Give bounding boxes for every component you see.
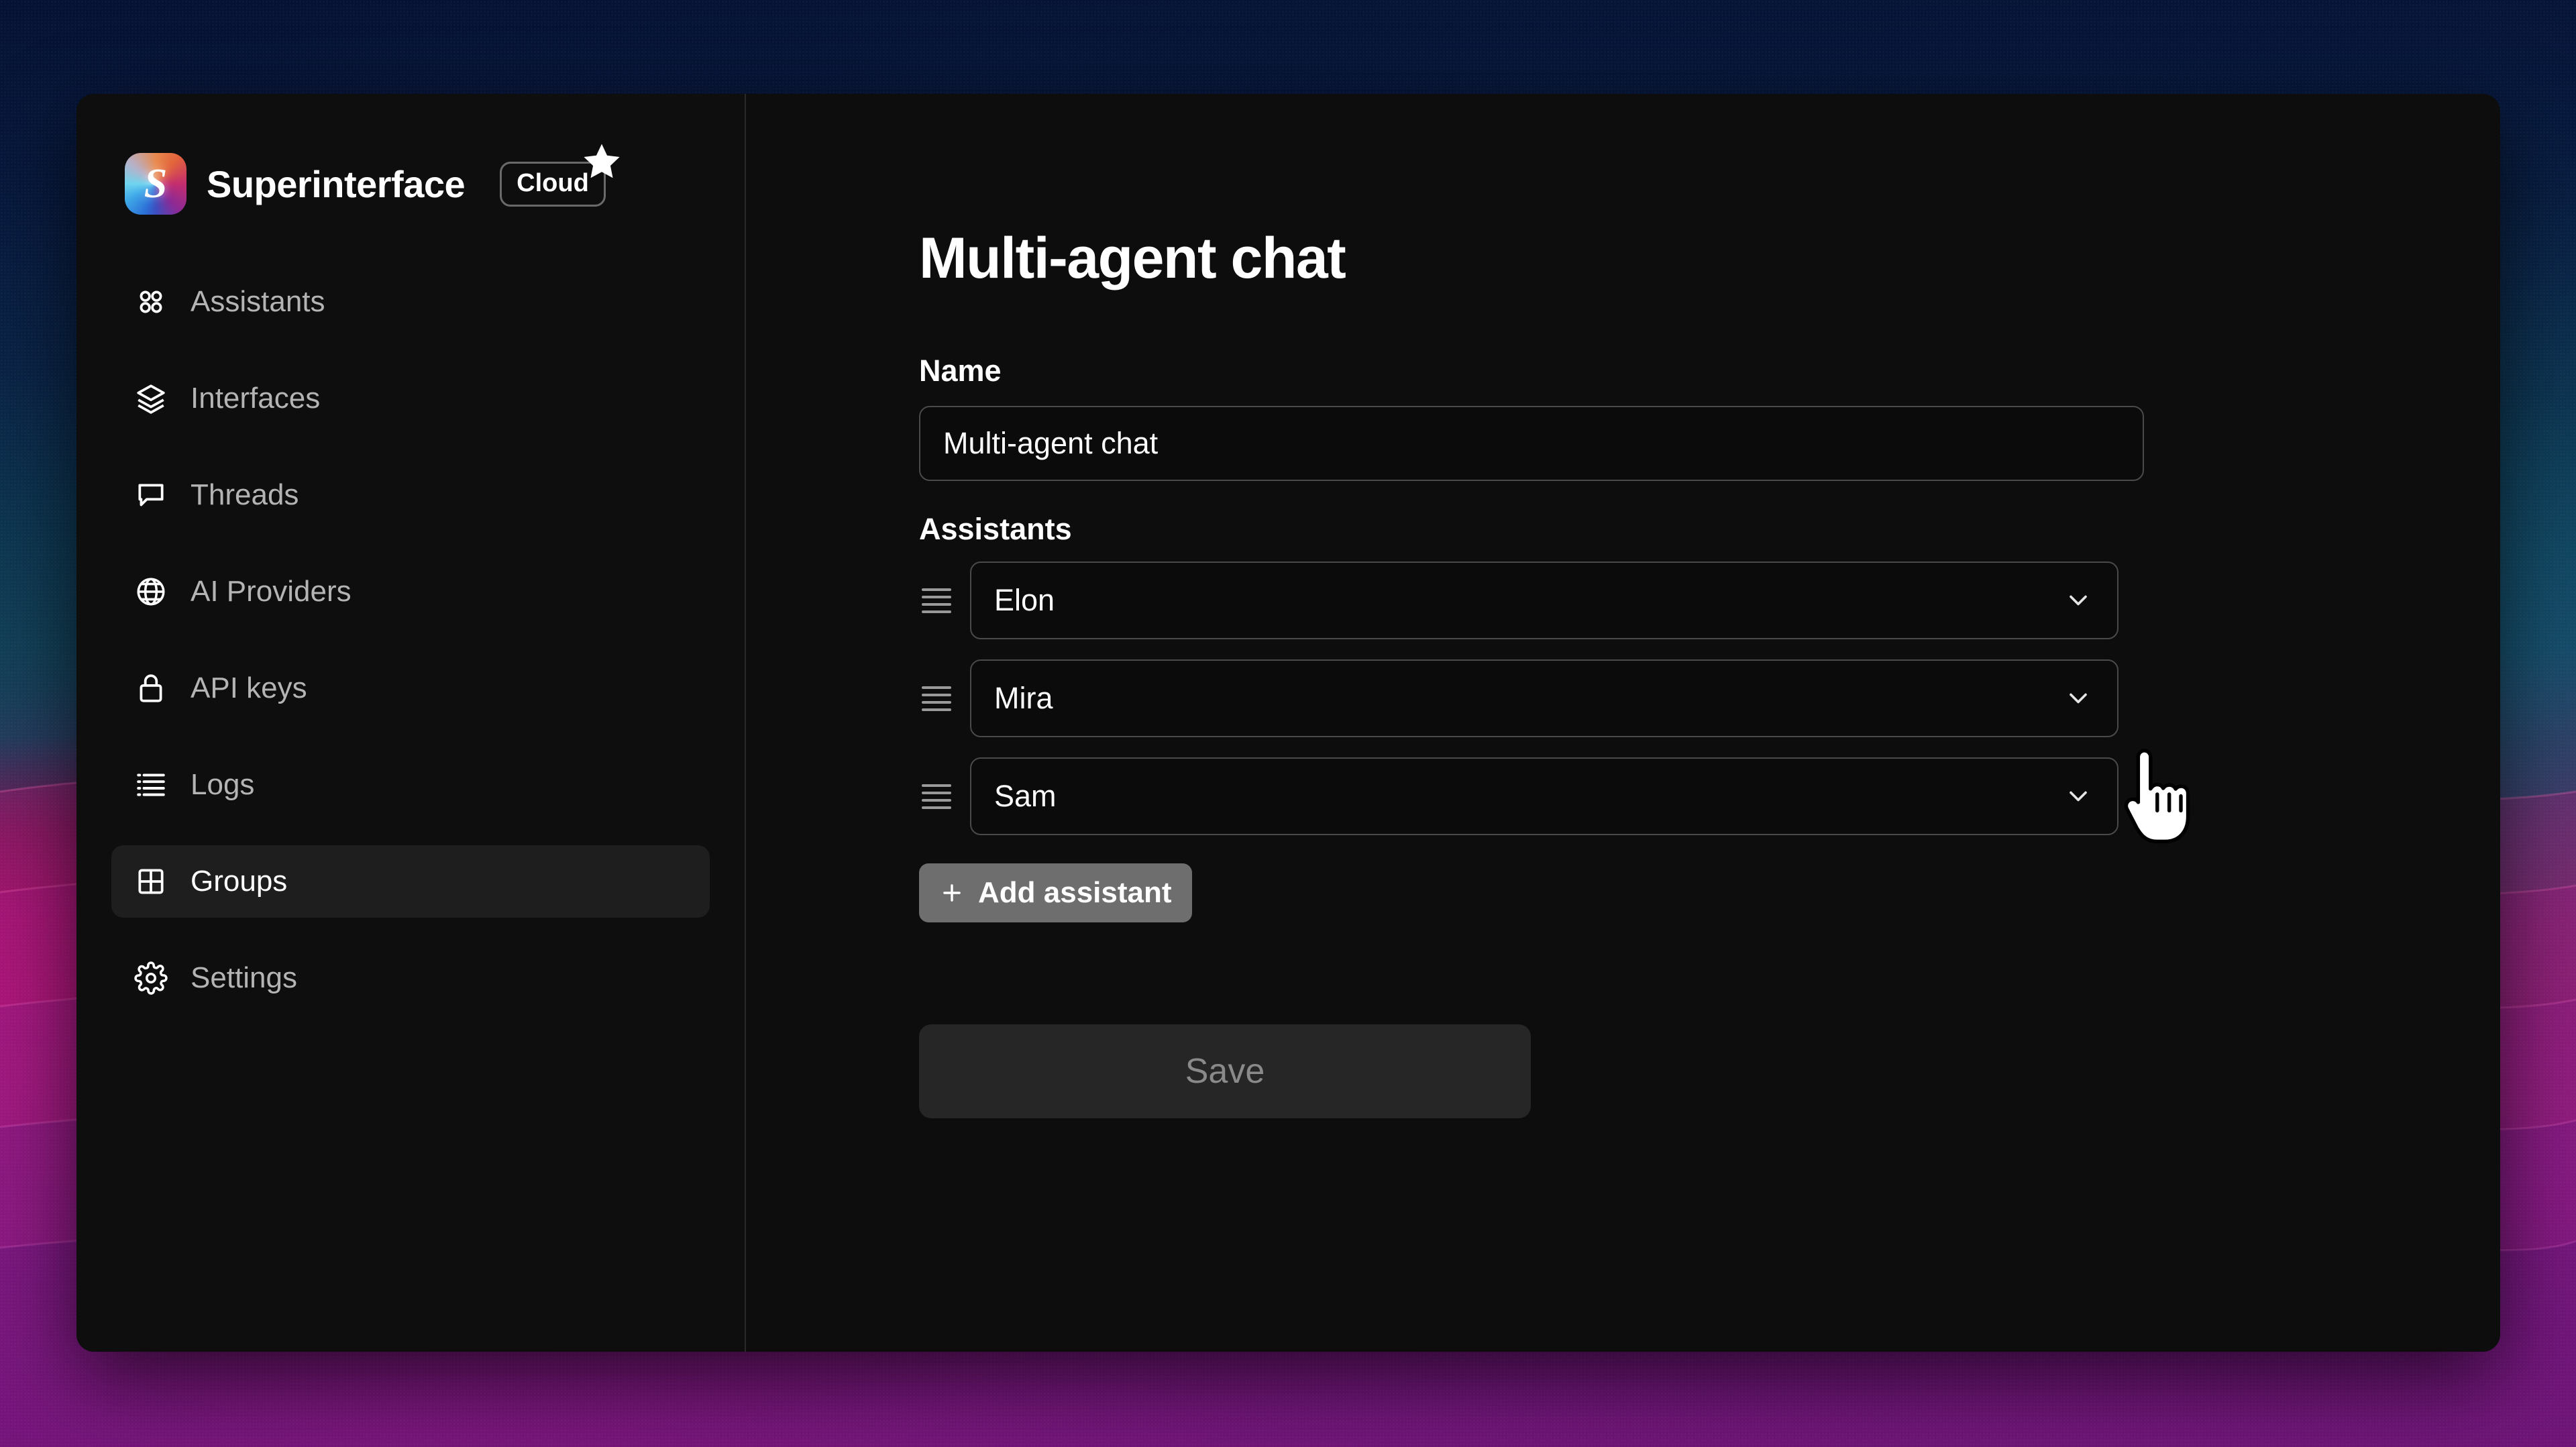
gear-icon xyxy=(134,961,168,995)
page-title: Multi-agent chat xyxy=(919,226,1346,290)
chevron-down-icon xyxy=(2063,586,2093,615)
layers-icon xyxy=(134,382,168,415)
sidebar-item-settings[interactable]: Settings xyxy=(111,942,710,1014)
sidebar-item-label: Settings xyxy=(191,961,297,994)
sidebar-item-assistants[interactable]: Assistants xyxy=(111,266,710,338)
sidebar-item-threads[interactable]: Threads xyxy=(111,459,710,531)
assistant-select-value: Elon xyxy=(994,583,1055,617)
name-field-label: Name xyxy=(919,354,1002,388)
sidebar-item-label: Threads xyxy=(191,478,299,511)
drag-handle-icon[interactable] xyxy=(922,684,951,713)
assistants-field-label: Assistants xyxy=(919,512,1072,546)
lock-icon xyxy=(134,672,168,705)
sidebar-item-groups[interactable]: Groups xyxy=(111,845,710,918)
sidebar-item-label: Interfaces xyxy=(191,382,321,415)
sidebar-item-api-keys[interactable]: API keys xyxy=(111,652,710,725)
grid-square-icon xyxy=(134,865,168,898)
drag-handle-icon[interactable] xyxy=(922,782,951,811)
assistant-select-3[interactable]: Sam xyxy=(970,757,2118,835)
sidebar-item-label: AI Providers xyxy=(191,575,352,608)
grid-dots-icon xyxy=(134,285,168,319)
add-assistant-label: Add assistant xyxy=(978,876,1172,909)
app-window: Superinterface Cloud Assistants xyxy=(76,94,2500,1352)
star-icon xyxy=(584,144,620,178)
sidebar-item-ai-providers[interactable]: AI Providers xyxy=(111,555,710,628)
brand-header: Superinterface Cloud xyxy=(76,94,745,215)
chat-bubble-icon xyxy=(134,478,168,512)
assistant-row: Sam xyxy=(919,757,2500,835)
name-input[interactable]: Multi-agent chat xyxy=(919,406,2144,481)
assistant-select-1[interactable]: Elon xyxy=(970,561,2118,639)
superinterface-logo-icon xyxy=(125,153,186,215)
plus-icon xyxy=(939,880,965,906)
assistant-select-value: Mira xyxy=(994,681,1053,715)
brand-name: Superinterface xyxy=(207,162,466,205)
sidebar-item-label: Assistants xyxy=(191,285,325,318)
main-content: Multi-agent chat Name Multi-agent chat A… xyxy=(746,94,2500,1352)
sidebar-item-label: Logs xyxy=(191,768,255,801)
sidebar-item-logs[interactable]: Logs xyxy=(111,749,710,821)
globe-icon xyxy=(134,575,168,608)
save-button[interactable]: Save xyxy=(919,1024,1531,1118)
cloud-badge: Cloud xyxy=(500,144,620,207)
drag-handle-icon[interactable] xyxy=(922,586,951,615)
chevron-down-icon xyxy=(2063,684,2093,713)
chevron-down-icon xyxy=(2063,782,2093,811)
assistant-select-value: Sam xyxy=(994,779,1057,813)
assistant-row: Mira xyxy=(919,659,2500,737)
cloud-badge-label: Cloud xyxy=(517,168,589,197)
assistant-row: Elon xyxy=(919,561,2500,639)
sidebar-item-label: Groups xyxy=(191,865,288,898)
sidebar-item-label: API keys xyxy=(191,672,307,704)
add-assistant-button[interactable]: Add assistant xyxy=(919,863,1192,922)
sidebar-item-interfaces[interactable]: Interfaces xyxy=(111,362,710,435)
list-icon xyxy=(134,768,168,802)
sidebar: Superinterface Cloud Assistants xyxy=(76,94,746,1352)
assistant-select-2[interactable]: Mira xyxy=(970,659,2118,737)
sidebar-nav: Assistants Interfaces Threads AI Provide… xyxy=(76,266,745,1014)
